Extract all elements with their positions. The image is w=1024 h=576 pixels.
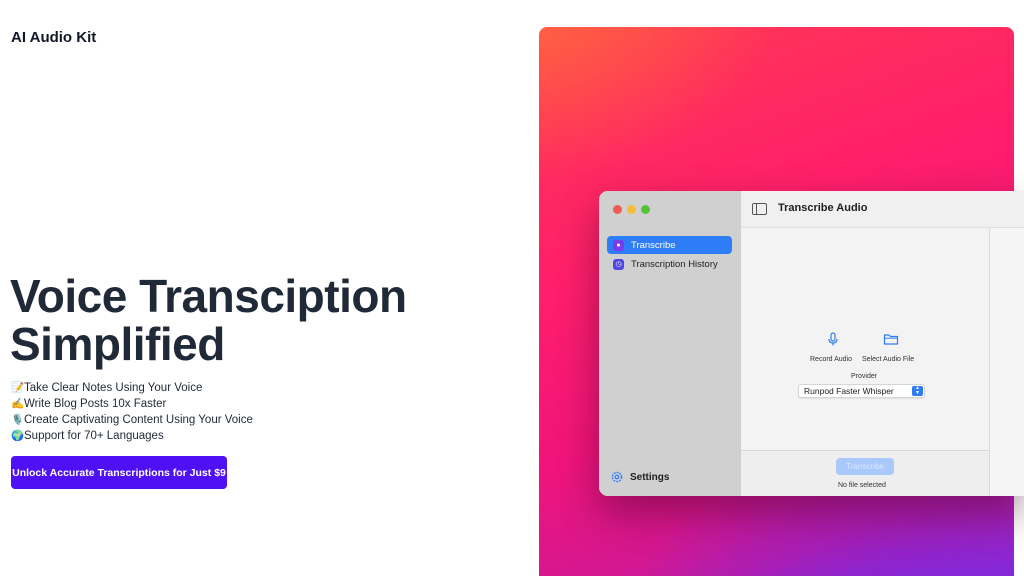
feature-text: Take Clear Notes Using Your Voice [24,382,203,394]
feature-text: Support for 70+ Languages [24,430,164,442]
provider-label: Provider [851,373,878,380]
feature-text: Write Blog Posts 10x Faster [24,398,167,410]
feature-item: ✍️ Write Blog Posts 10x Faster [11,396,253,412]
provider-select[interactable]: Runpod Faster Whisper ▲ ▼ [798,384,925,398]
detail-pane [989,228,1024,496]
sidebar-item-label: Transcribe [631,239,676,251]
brand-logo[interactable]: AI Audio Kit [11,29,96,46]
feature-list: 📝 Take Clear Notes Using Your Voice ✍️ Wri… [11,380,253,444]
transcribe-button[interactable]: Transcribe [836,458,894,475]
unlock-cta-button[interactable]: Unlock Accurate Transcriptions for Just … [11,456,227,489]
memo-icon: 📝 [11,382,25,394]
zoom-window-icon[interactable] [641,205,650,214]
feature-item: 🎙️ Create Captivating Content Using Your … [11,412,253,428]
microphone-icon[interactable] [825,331,841,347]
feature-item: 📝 Take Clear Notes Using Your Voice [11,380,253,396]
minimize-window-icon[interactable] [627,205,636,214]
feature-text: Create Captivating Content Using Your Vo… [24,414,253,426]
sidebar-toggle-icon[interactable] [752,203,767,215]
history-icon: ◷ [613,258,624,270]
microphone-icon: 🎙️ [11,414,25,426]
hero-title: Voice Transciption Simplified [10,272,510,368]
file-status-text: No file selected [838,482,886,489]
select-audio-file-label[interactable]: Select Audio File [862,356,914,363]
chevron-up-down-icon: ▲ ▼ [912,386,923,396]
settings-label: Settings [630,471,670,483]
writing-hand-icon: ✍️ [11,398,25,410]
sidebar-item-label: Transcription History [631,258,718,270]
hero-title-line-1: Voice Transciption [10,270,407,322]
globe-icon: 🌍 [11,430,25,442]
record-audio-label[interactable]: Record Audio [810,356,852,363]
feature-item: 🌍 Support for 70+ Languages [11,428,253,444]
hero-title-line-2: Simplified [10,318,225,370]
mic-icon: ● [613,239,624,251]
sidebar-item-transcription-history[interactable]: ◷ Transcription History [607,255,732,273]
window-toolbar: Transcribe Audio [741,191,1024,228]
settings-button[interactable]: Settings [610,470,669,484]
window-title: Transcribe Audio [778,202,868,214]
app-window-screenshot: ● Transcribe ◷ Transcription History Set… [599,191,1024,496]
gear-icon [611,471,623,483]
close-window-icon[interactable] [613,205,622,214]
folder-icon[interactable] [883,331,899,347]
provider-select-value: Runpod Faster Whisper [804,386,894,396]
sidebar-item-transcribe[interactable]: ● Transcribe [607,236,732,254]
transcribe-panel [741,228,989,450]
app-sidebar: ● Transcribe ◷ Transcription History Set… [599,191,741,496]
